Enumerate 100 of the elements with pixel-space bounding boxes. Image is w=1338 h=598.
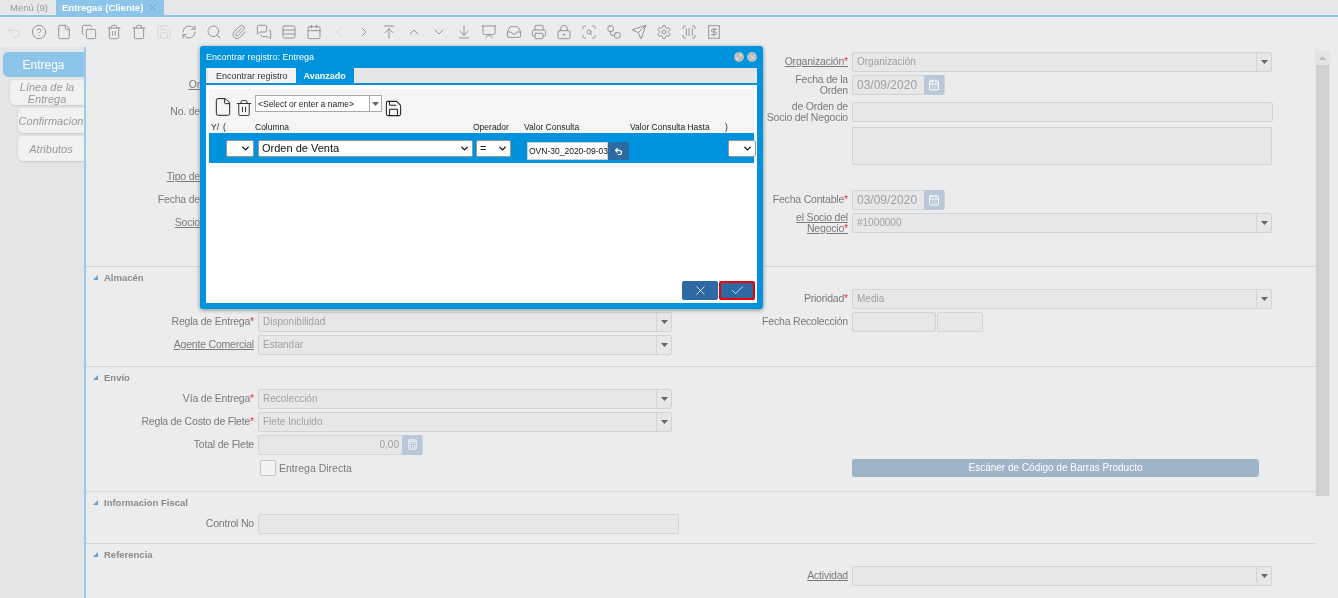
calculator-button[interactable] [402, 434, 422, 455]
barcode-icon[interactable] [681, 24, 697, 40]
maximize-button[interactable] [734, 52, 744, 62]
receipt-icon[interactable] [706, 24, 722, 40]
record-tab[interactable]: Confirmacion [18, 108, 84, 133]
query-name-field[interactable]: <Select or enter a name> [255, 95, 382, 112]
calendar-button[interactable] [924, 189, 944, 210]
field-link[interactable]: Actividad [807, 570, 848, 581]
calendar-icon [928, 193, 940, 206]
field-link[interactable]: el Socio del Negocio* [766, 211, 848, 234]
cancel-button[interactable] [682, 281, 718, 300]
close-icon [748, 53, 756, 61]
field-link[interactable]: Organización* [784, 56, 848, 67]
dropdown-field[interactable]: Flete Incluido [258, 411, 672, 432]
column-header: ( [223, 121, 227, 132]
text-field[interactable] [852, 101, 1273, 122]
column-select[interactable]: Orden de Venta [258, 139, 473, 157]
lock-icon[interactable] [556, 24, 572, 40]
field-label: Fecha de la Orden [794, 73, 848, 96]
ok-button[interactable] [719, 281, 755, 300]
collapse-icon[interactable] [93, 374, 98, 380]
send-icon[interactable] [631, 24, 647, 40]
save-icon[interactable] [384, 99, 403, 118]
dialog-title: Encontrar registro: Entrega [206, 52, 315, 62]
lookup-button[interactable] [608, 142, 629, 160]
operator-select[interactable]: = [476, 139, 511, 157]
field-label: de Orden de Socio del Negocio [766, 100, 848, 123]
collapse-icon[interactable] [93, 551, 98, 557]
dropdown-icon [1260, 220, 1268, 225]
paperclip-icon[interactable] [231, 24, 247, 40]
dropdown-icon [1260, 59, 1268, 64]
field-label: No. de [170, 106, 200, 117]
date-field[interactable]: 03/09/2020 [852, 189, 945, 210]
archive-icon[interactable] [506, 24, 522, 40]
field-label: Vía de Entrega* [182, 393, 254, 404]
new-document-icon[interactable] [213, 97, 233, 117]
checkbox[interactable] [260, 459, 276, 476]
collapse-icon[interactable] [93, 274, 98, 280]
parenthesis-select[interactable] [226, 139, 254, 157]
field-label: Regla de Costo de Flete* [141, 416, 254, 427]
column-header: Operador [473, 121, 508, 132]
parenthesis-select[interactable] [728, 139, 756, 157]
section-title: Referencia [104, 548, 153, 560]
settings-icon[interactable] [656, 24, 672, 40]
maximize-icon [736, 54, 742, 60]
dialog-tab[interactable]: Encontrar registro [208, 68, 296, 83]
search-icon[interactable] [206, 24, 222, 40]
refresh-icon[interactable] [181, 24, 197, 40]
dropdown-field[interactable]: Estandar [258, 334, 672, 355]
help-icon[interactable] [31, 24, 47, 40]
checkbox-label: Entrega Directa [279, 461, 352, 474]
dialog-tab[interactable]: Avanzado [295, 68, 354, 83]
section-title: Envío [104, 371, 130, 383]
calendar-icon[interactable] [306, 24, 322, 40]
query-value-field[interactable]: OVN-30_2020-09-03 [527, 142, 608, 160]
field-link[interactable]: Agente Comercial [173, 339, 254, 350]
chat-icon[interactable] [256, 24, 272, 40]
date-field[interactable] [852, 311, 936, 332]
dropdown-field[interactable]: Disponibilidad [258, 311, 672, 332]
field-label: Control No [205, 518, 254, 529]
number-field[interactable]: 0,00 [258, 434, 423, 455]
rows-icon[interactable] [281, 24, 297, 40]
dropdown-field[interactable] [852, 565, 1272, 586]
field-label: Total de Flete [193, 439, 254, 450]
calendar-button[interactable] [924, 74, 944, 95]
delete-icon[interactable] [235, 99, 253, 117]
text-field[interactable] [258, 513, 679, 534]
column-header: Y/ [211, 121, 221, 132]
undo-icon [614, 146, 623, 156]
collapse-icon[interactable] [93, 499, 98, 505]
column-header: Valor Consulta Hasta [630, 121, 711, 132]
zoom-icon[interactable] [581, 24, 597, 40]
record-tab[interactable]: Entrega [3, 52, 84, 77]
record-tab[interactable]: Atributos [18, 136, 84, 161]
copy-icon[interactable] [81, 24, 97, 40]
last-record-icon[interactable] [456, 24, 472, 40]
scrollbar[interactable] [1315, 51, 1330, 496]
dropdown-field[interactable]: Recolección [258, 388, 672, 409]
trash-icon[interactable] [131, 24, 147, 40]
dropdown-field[interactable]: Media [852, 288, 1272, 309]
field-link[interactable]: Socio [174, 217, 200, 228]
dropdown-field[interactable]: Organización [852, 51, 1272, 72]
time-field[interactable] [937, 311, 983, 332]
field-link[interactable]: Tipo de [166, 171, 200, 182]
dropdown-field[interactable]: #1000000 [852, 212, 1272, 233]
text-area[interactable] [852, 127, 1272, 165]
workflow-icon[interactable] [606, 24, 622, 40]
first-record-icon[interactable] [381, 24, 397, 40]
print-icon[interactable] [531, 24, 547, 40]
window-tab[interactable]: Entregas (Cliente) [56, 0, 165, 15]
column-header: Valor Consulta [524, 121, 581, 132]
query-row[interactable]: Orden de Venta = OVN-30_2020-09-03 [209, 133, 754, 163]
dropdown-icon [660, 396, 668, 401]
close-button[interactable] [747, 52, 757, 62]
date-field[interactable]: 03/09/2020 [852, 74, 945, 95]
section-title: Informacion Fiscal [104, 496, 188, 508]
record-tab[interactable]: Línea de la Entrega [10, 80, 84, 105]
close-icon[interactable] [147, 2, 159, 13]
field-link[interactable]: Or [188, 79, 200, 90]
report-icon[interactable] [481, 24, 497, 40]
